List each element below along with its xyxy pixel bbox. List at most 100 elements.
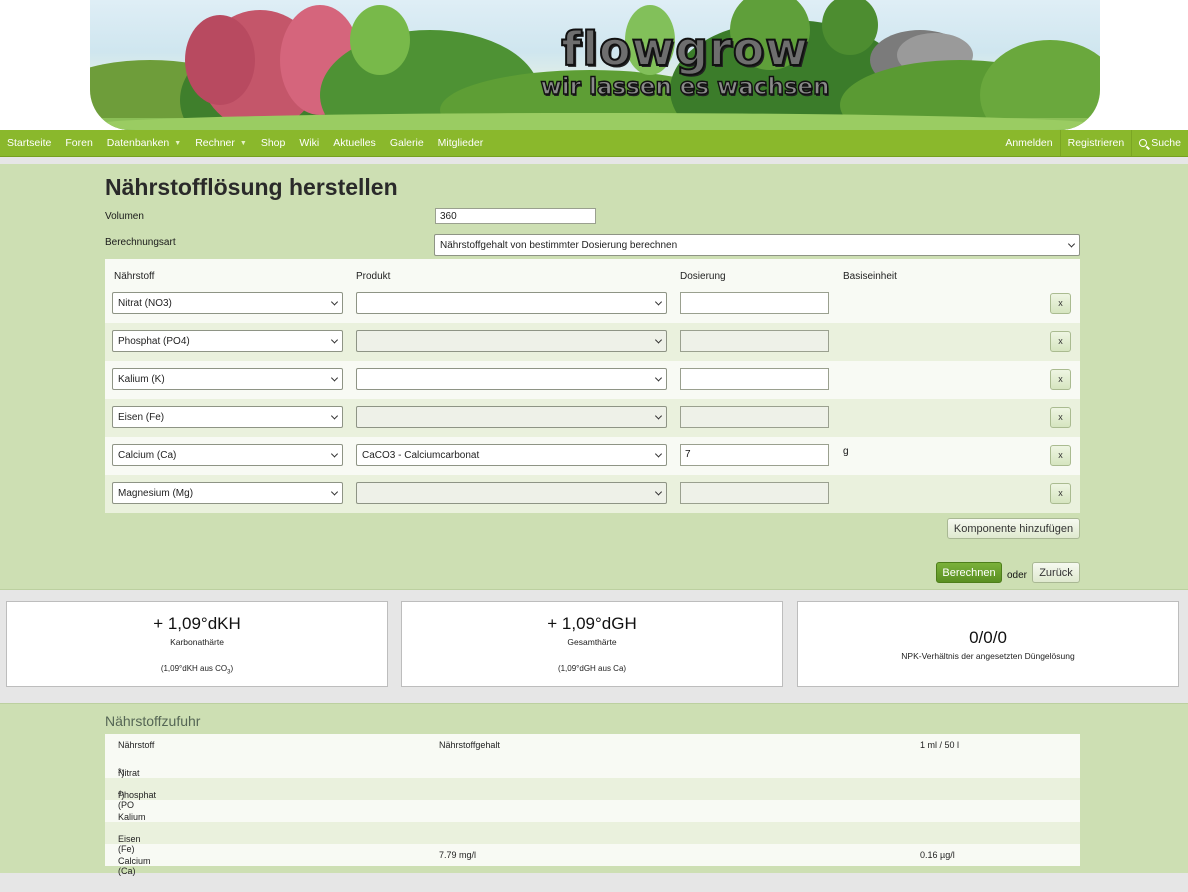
component-row: Magnesium (Mg) x xyxy=(105,475,1080,513)
plant-banner-image: flowgrow wir lassen es wachsen xyxy=(90,0,1100,130)
kh-detail: (1,09°dKH aus CO3) xyxy=(160,664,234,676)
back-button[interactable]: Zurück xyxy=(1032,562,1080,583)
nav-item-label: Datenbanken xyxy=(106,137,170,149)
nav-item-label: Galerie xyxy=(389,137,424,149)
kh-caption: Karbonathärte xyxy=(170,637,224,647)
chevron-down-icon xyxy=(330,412,339,420)
supply-row: Nitrat (NO3) xyxy=(105,756,1080,788)
product-select[interactable]: CaCO3 - Calciumcarbonat xyxy=(356,444,667,466)
nav-item-wiki[interactable]: Wiki xyxy=(292,130,326,156)
header-nutrient: Nährstoff xyxy=(114,271,155,282)
site-banner: flowgrow wir lassen es wachsen xyxy=(0,0,1188,130)
header-dosage: Dosierung xyxy=(680,271,726,282)
gh-result-card: + 1,09°dGH Gesamthärte (1,09°dGH aus Ca) xyxy=(401,601,783,687)
component-row: Nitrat (NO3) x xyxy=(105,285,1080,323)
nutrient-select[interactable]: Eisen (Fe) xyxy=(112,406,343,428)
nav-item-aktuelles[interactable]: Aktuelles xyxy=(326,130,383,156)
npk-value: 0/0/0 xyxy=(969,628,1007,647)
nav-item-startseite[interactable]: Startseite xyxy=(0,130,58,156)
npk-result-card: 0/0/0 NPK-Verhältnis der angesetzten Dün… xyxy=(797,601,1179,687)
remove-row-button[interactable]: x xyxy=(1050,445,1071,466)
calculator-form: Nährstofflösung herstellen Volumen Berec… xyxy=(0,164,1188,590)
logo-title: flowgrow xyxy=(560,21,809,77)
nutrient-select[interactable]: Magnesium (Mg) xyxy=(112,482,343,504)
nutrient-select[interactable]: Phosphat (PO4) xyxy=(112,330,343,352)
supply-content: 7.79 mg/l xyxy=(439,850,477,860)
logo-subtitle: wir lassen es wachsen xyxy=(540,73,830,100)
chevron-down-icon xyxy=(654,374,663,382)
supply-row: Eisen (Fe) xyxy=(105,822,1080,854)
product-select[interactable] xyxy=(356,368,667,390)
nutrient-select-value: Eisen (Fe) xyxy=(118,411,165,423)
nav-item-label: Mitglieder xyxy=(437,137,484,149)
nutrient-select-value: Calcium (Ca) xyxy=(118,449,177,461)
supply-ratio: 0.16 µg/l xyxy=(920,850,955,860)
nutrient-select[interactable]: Kalium (K) xyxy=(112,368,343,390)
login-link[interactable]: Anmelden xyxy=(998,130,1059,156)
dosage-input[interactable] xyxy=(680,292,829,314)
supply-nutrient: Phosphat (PO 4) xyxy=(118,790,157,810)
nutrient-select[interactable]: Calcium (Ca) xyxy=(112,444,343,466)
calc-type-select[interactable]: Nährstoffgehalt von bestimmter Dosierung… xyxy=(434,234,1080,256)
chevron-down-icon xyxy=(654,412,663,420)
volume-input[interactable] xyxy=(435,208,596,224)
dosage-input[interactable]: 7 xyxy=(680,444,829,466)
dosage-input[interactable] xyxy=(680,482,829,504)
gh-value: + 1,09°dGH xyxy=(547,614,637,633)
header-product: Produkt xyxy=(356,271,391,282)
or-text: oder xyxy=(1007,570,1028,581)
nutrient-select[interactable]: Nitrat (NO3) xyxy=(112,292,343,314)
nav-item-datenbanken[interactable]: Datenbanken ▼ xyxy=(100,130,188,156)
npk-caption: NPK-Verhältnis der angesetzten Düngelösu… xyxy=(901,651,1075,661)
dosage-input[interactable] xyxy=(680,368,829,390)
chevron-down-icon xyxy=(330,374,339,382)
chevron-down-icon xyxy=(330,488,339,496)
chevron-down-icon xyxy=(654,450,663,458)
nav-item-mitglieder[interactable]: Mitglieder xyxy=(431,130,491,156)
dosage-input[interactable] xyxy=(680,330,829,352)
calc-type-value: Nährstoffgehalt von bestimmter Dosierung… xyxy=(440,239,678,251)
product-select[interactable] xyxy=(356,292,667,314)
caret-down-icon: ▼ xyxy=(239,139,247,147)
dosage-input[interactable] xyxy=(680,406,829,428)
header-base-unit: Basiseinheit xyxy=(843,271,897,282)
add-component-button[interactable]: Komponente hinzufügen xyxy=(947,518,1080,539)
remove-row-button[interactable]: x xyxy=(1050,483,1071,504)
nav-item-label: Rechner xyxy=(195,137,235,149)
remove-row-button[interactable]: x xyxy=(1050,293,1071,314)
nav-item-galerie[interactable]: Galerie xyxy=(383,130,431,156)
product-select[interactable] xyxy=(356,330,667,352)
remove-row-button[interactable]: x xyxy=(1050,407,1071,428)
chevron-down-icon xyxy=(654,298,663,306)
product-select[interactable] xyxy=(356,482,667,504)
chevron-down-icon xyxy=(1067,240,1076,248)
nav-item-label: Wiki xyxy=(299,137,320,149)
nav-item-shop[interactable]: Shop xyxy=(254,130,293,156)
kh-value: + 1,09°dKH xyxy=(153,614,241,633)
base-unit: g xyxy=(843,446,849,457)
supply-nutrient: Nitrat (NO3) xyxy=(118,768,140,788)
main-navigation: Startseite Foren Datenbanken ▼ Rechner ▼ Shop W… xyxy=(0,130,1188,157)
nav-left-group: Startseite Foren Datenbanken ▼ Rechner ▼ Shop W… xyxy=(0,130,998,156)
nav-item-rechner[interactable]: Rechner ▼ xyxy=(188,130,254,156)
supply-row: Phosphat (PO 4) xyxy=(105,778,1080,810)
component-row: Eisen (Fe) x xyxy=(105,399,1080,437)
nav-item-foren[interactable]: Foren xyxy=(58,130,99,156)
chevron-down-icon xyxy=(654,488,663,496)
register-link[interactable]: Registrieren xyxy=(1059,130,1132,156)
search-icon xyxy=(1139,139,1148,147)
chevron-down-icon xyxy=(654,336,663,344)
component-row: Kalium (K) x xyxy=(105,361,1080,399)
remove-row-button[interactable]: x xyxy=(1050,331,1071,352)
search-label: Suche xyxy=(1151,137,1181,149)
product-select[interactable] xyxy=(356,406,667,428)
caret-down-icon: ▼ xyxy=(174,139,182,147)
supply-row: Calcium (Ca) 7.79 mg/l 0.16 µg/l xyxy=(118,850,955,876)
calculate-button[interactable]: Berechnen xyxy=(936,562,1002,583)
result-cards: + 1,09°dKH Karbonathärte (1,09°dKH aus C… xyxy=(0,590,1188,703)
chevron-down-icon xyxy=(330,450,339,458)
supply-table: Nährstoff Nährstoffgehalt 1 ml / 50 l Ni… xyxy=(105,734,1080,876)
remove-row-button[interactable]: x xyxy=(1050,369,1071,390)
search-link[interactable]: Suche xyxy=(1131,130,1188,156)
volume-label: Volumen xyxy=(105,211,144,222)
